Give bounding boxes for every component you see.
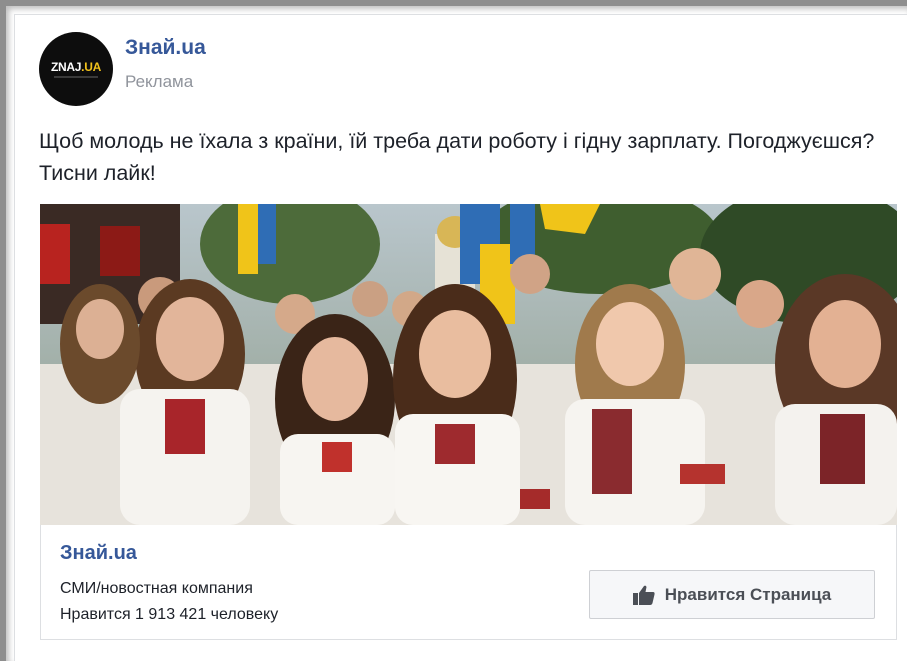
page-likes-count: Нравится 1 913 421 человеку [60,606,279,623]
link-box-page-name[interactable]: Знай.ua [60,542,137,565]
thumbs-up-icon [632,585,655,605]
logo-ua-text: UA [84,59,101,74]
like-page-label: Нравится Страница [664,584,832,604]
page-name-link[interactable]: Знай.ua [125,36,206,60]
like-page-button[interactable]: Нравится Страница [589,570,875,619]
page-category: СМИ/новостная компания [60,580,253,597]
logo-underline [54,75,98,78]
sponsored-label[interactable]: Реклама [125,72,193,92]
page-avatar[interactable]: ZNAJ.UA [39,32,113,106]
page-link-box: Знай.ua СМИ/новостная компания Нравится … [40,525,897,640]
avatar-logo: ZNAJ.UA [51,61,101,73]
post-photo[interactable] [40,204,897,525]
post-text: Щоб молодь не їхала з країни, їй треба д… [39,129,875,185]
crowd-photo-illustration [40,204,897,525]
sponsored-post-card: ZNAJ.UA Знай.ua Реклама Щоб молодь не їх… [14,14,907,661]
logo-main-text: ZNAJ [51,59,82,74]
